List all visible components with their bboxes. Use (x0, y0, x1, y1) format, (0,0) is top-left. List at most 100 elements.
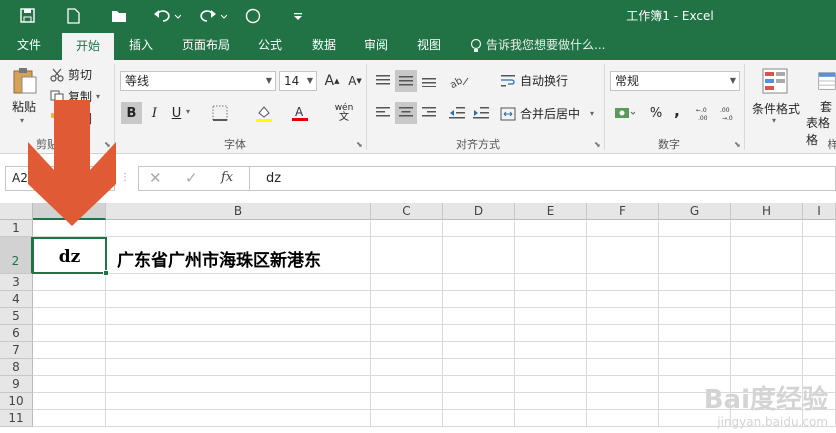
underline-button[interactable]: U (167, 102, 186, 124)
redo-icon[interactable] (196, 0, 230, 31)
align-middle-icon[interactable] (395, 70, 417, 92)
tell-me-box[interactable]: 告诉我您想要做什么... (470, 31, 605, 60)
row-header-1[interactable]: 1 (0, 220, 33, 237)
tab-data[interactable]: 数据 (302, 31, 346, 60)
save-icon[interactable] (14, 0, 40, 31)
circle-icon[interactable] (242, 0, 264, 31)
increase-indent-icon[interactable] (470, 102, 492, 124)
row-gridline (33, 290, 836, 291)
format-as-table-icon[interactable] (818, 66, 836, 96)
new-file-icon[interactable] (60, 0, 86, 31)
decrease-decimal-icon[interactable]: .00 →.0 (718, 102, 740, 124)
paste-button[interactable]: 粘贴 (12, 98, 36, 115)
row-gridline (33, 358, 836, 359)
open-folder-icon[interactable] (106, 0, 132, 31)
shrink-font-icon[interactable]: A ▼ (345, 71, 365, 91)
row-header-6[interactable]: 6 (0, 325, 33, 342)
italic-button[interactable]: I (145, 102, 164, 124)
row-header-10[interactable]: 10 (0, 393, 33, 410)
column-header-h[interactable]: H (731, 203, 803, 220)
window-title: 工作簿1 - Excel (626, 9, 714, 23)
paste-icon[interactable] (8, 66, 42, 96)
column-header-e[interactable]: E (515, 203, 587, 220)
tab-review[interactable]: 审阅 (354, 31, 398, 60)
align-center-icon[interactable] (395, 102, 417, 124)
customize-toolbar-icon[interactable] (290, 0, 306, 31)
merge-dropdown-icon[interactable]: ▾ (590, 109, 594, 118)
number-launcher-icon[interactable]: ⬊ (734, 140, 741, 149)
align-top-icon[interactable] (372, 70, 394, 92)
alignment-launcher-icon[interactable]: ⬊ (594, 140, 601, 149)
font-color-icon[interactable]: A (286, 102, 314, 124)
fill-color-icon[interactable] (250, 102, 278, 124)
formula-input[interactable]: dz (250, 166, 836, 191)
tab-page-layout[interactable]: 页面布局 (172, 31, 240, 60)
underline-dropdown-icon[interactable]: ▾ (186, 107, 190, 116)
decrease-indent-icon[interactable] (446, 102, 468, 124)
conditional-dropdown-icon[interactable]: ▾ (772, 116, 776, 125)
column-header-f[interactable]: F (587, 203, 659, 220)
align-bottom-icon[interactable] (418, 70, 440, 92)
select-all-corner[interactable] (0, 203, 33, 220)
row-header-11[interactable]: 11 (0, 410, 33, 427)
chevron-down-icon: ▼ (306, 76, 313, 85)
insert-function-button[interactable]: fx (221, 170, 233, 185)
row-header-3[interactable]: 3 (0, 274, 33, 291)
conditional-format-icon[interactable] (760, 66, 790, 96)
number-format-select[interactable]: 常规 ▼ (610, 71, 740, 91)
row-header-2[interactable]: 2 (0, 237, 33, 274)
merge-center-button[interactable]: 合并后居中 ▾ (500, 105, 594, 122)
wrap-text-label: 自动换行 (520, 74, 569, 88)
cancel-icon[interactable]: ✕ (149, 169, 162, 187)
cell-b2[interactable]: 广东省广州市海珠区新港东 (117, 246, 321, 271)
undo-icon[interactable] (150, 0, 184, 31)
row-header-8[interactable]: 8 (0, 359, 33, 376)
format-painter-button[interactable]: 式刷 (50, 110, 92, 127)
column-header-a[interactable]: A (33, 203, 106, 220)
enter-icon[interactable]: ✓ (185, 169, 198, 187)
column-header-d[interactable]: D (443, 203, 515, 220)
cut-button[interactable]: 剪切 (50, 66, 92, 83)
row-header-4[interactable]: 4 (0, 291, 33, 308)
phonetic-guide-icon[interactable]: wén 文 (330, 100, 358, 126)
tab-home[interactable]: 开始 (62, 33, 114, 60)
align-left-icon[interactable] (372, 102, 394, 124)
comma-button[interactable]: , (668, 100, 686, 122)
font-name-select[interactable]: 等线 ▼ (120, 71, 276, 91)
column-gridline (514, 220, 515, 427)
font-launcher-icon[interactable]: ⬊ (356, 140, 363, 149)
column-header-i[interactable]: I (803, 203, 836, 220)
currency-icon[interactable] (610, 102, 640, 124)
clipboard-launcher-icon[interactable]: ⬊ (104, 140, 111, 149)
percent-button[interactable]: % (645, 102, 667, 124)
orientation-icon[interactable]: ab (446, 70, 474, 92)
row-header-5[interactable]: 5 (0, 308, 33, 325)
tab-file[interactable]: 文件 (6, 31, 52, 60)
tab-insert[interactable]: 插入 (118, 31, 164, 60)
copy-label: 复制 (68, 90, 93, 104)
tab-view[interactable]: 视图 (407, 31, 451, 60)
increase-decimal-icon[interactable]: ←.0.00 (694, 102, 716, 124)
fill-handle[interactable] (103, 270, 109, 276)
borders-icon[interactable] (206, 102, 234, 124)
font-size-select[interactable]: 14 ▼ (279, 71, 317, 91)
column-gridline (370, 220, 371, 427)
row-header-7[interactable]: 7 (0, 342, 33, 359)
grow-font-icon[interactable]: A ▲ (322, 71, 342, 91)
bold-button[interactable]: B (121, 102, 142, 124)
column-header-g[interactable]: G (659, 203, 731, 220)
conditional-format-button[interactable]: 条件格式 (752, 100, 800, 117)
row-gridline (33, 324, 836, 325)
copy-dropdown-icon[interactable]: ▾ (96, 92, 100, 101)
tab-formulas[interactable]: 公式 (248, 31, 292, 60)
column-header-b[interactable]: B (106, 203, 371, 220)
name-box[interactable]: A2 (5, 166, 115, 191)
paste-dropdown-icon[interactable]: ▾ (20, 116, 24, 125)
format-as-table-label[interactable]: 套 (820, 98, 832, 115)
row-gridline (33, 236, 836, 237)
copy-button[interactable]: 复制 ▾ (50, 88, 100, 105)
row-header-9[interactable]: 9 (0, 376, 33, 393)
align-right-icon[interactable] (418, 102, 440, 124)
column-header-c[interactable]: C (371, 203, 443, 220)
wrap-text-button[interactable]: 自动换行 (500, 72, 568, 89)
